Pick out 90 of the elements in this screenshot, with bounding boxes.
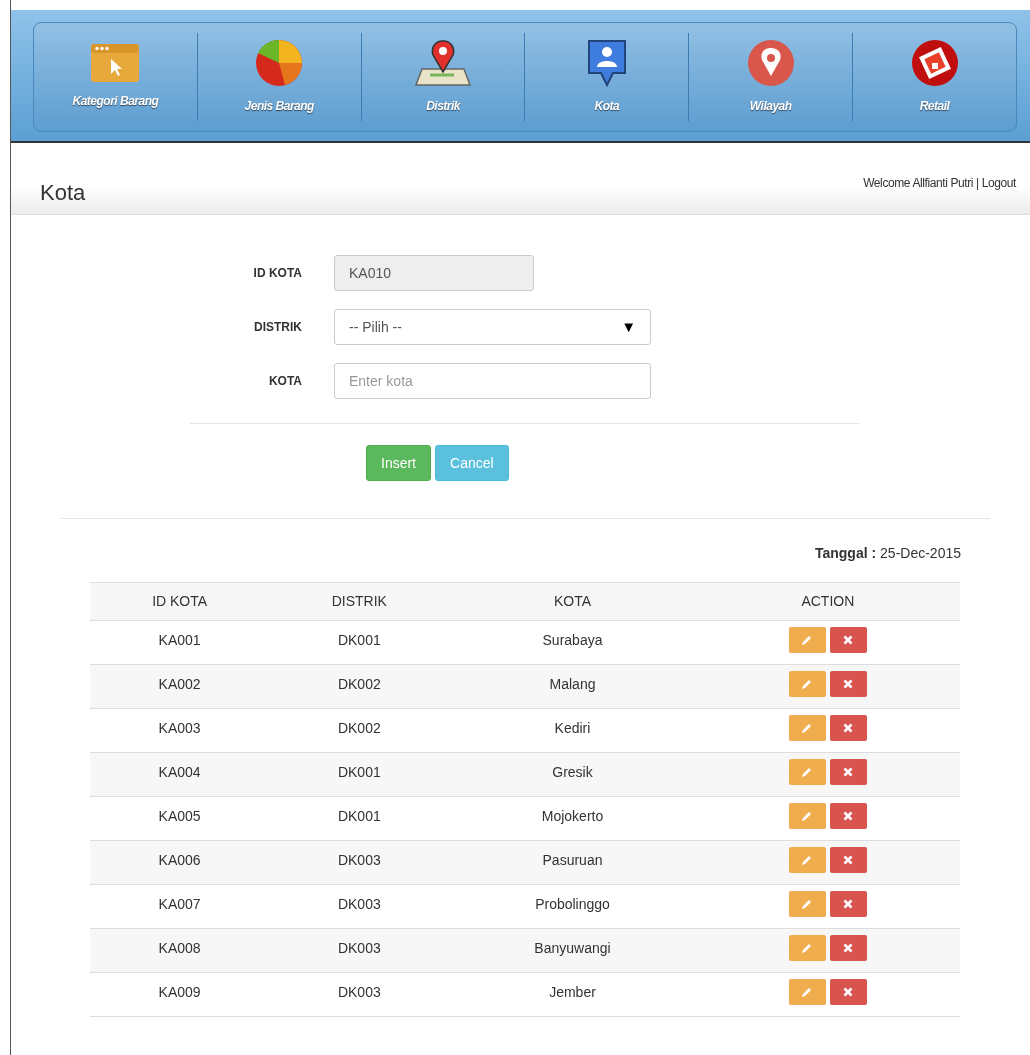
table-cell: KA007	[90, 884, 270, 929]
pencil-icon	[801, 854, 814, 866]
welcome-text: Welcome Allfianti Putri	[863, 176, 975, 190]
column-header: KOTA	[449, 582, 696, 621]
pencil-icon	[801, 766, 814, 778]
pencil-icon	[801, 810, 814, 822]
delete-icon	[843, 767, 854, 777]
person-pin-icon	[587, 40, 626, 87]
field-label: KOTA	[267, 373, 303, 390]
table-cell: KA006	[90, 840, 270, 885]
nav-label: Wilayah	[749, 98, 792, 115]
table-cell: KA002	[90, 664, 270, 709]
table-cell: KA008	[90, 928, 270, 973]
column-header: ACTION	[695, 582, 960, 621]
table-cell: KA001	[90, 620, 270, 665]
page-title: Kota	[40, 179, 86, 207]
date-separator: :	[871, 545, 878, 561]
delete-button[interactable]	[829, 847, 867, 873]
nav-label: Distrik	[426, 98, 460, 115]
table-cell: DK001	[269, 620, 450, 665]
delete-button[interactable]	[829, 627, 867, 653]
separator-text: |	[976, 176, 979, 190]
delete-button[interactable]	[829, 935, 867, 961]
delete-icon	[843, 679, 854, 689]
folder-icon	[91, 44, 140, 82]
nav-item[interactable]: Retail	[852, 33, 1016, 121]
nav-item[interactable]: Kota	[524, 33, 689, 121]
table-cell: DK003	[269, 928, 450, 973]
pie-chart-icon	[256, 40, 303, 86]
delete-icon	[843, 811, 854, 821]
input-field[interactable]: Enter kota	[334, 363, 651, 399]
column-header: ID KOTA	[90, 582, 270, 621]
table-cell: Kediri	[449, 708, 696, 753]
delete-icon	[843, 855, 854, 865]
delete-icon	[843, 987, 854, 997]
table-cell: DK001	[269, 752, 450, 797]
pencil-icon	[801, 678, 814, 690]
table-cell: Banyuwangi	[449, 928, 696, 973]
table-cell: Gresik	[449, 752, 696, 797]
nav-item[interactable]: Distrik	[360, 33, 525, 121]
table-cell: Jember	[449, 972, 696, 1017]
id-field: KA010	[334, 255, 534, 291]
delete-button[interactable]	[829, 759, 867, 785]
table-cell: Malang	[449, 664, 696, 709]
pencil-icon	[801, 898, 814, 910]
table-cell: DK002	[269, 708, 450, 753]
delete-button[interactable]	[829, 715, 867, 741]
table-cell: DK003	[269, 884, 450, 929]
field-label: DISTRIK	[253, 319, 303, 336]
pencil-icon	[801, 722, 814, 734]
table-cell: DK003	[269, 972, 450, 1017]
table-cell: KA009	[90, 972, 270, 1017]
pencil-icon	[801, 942, 814, 954]
table-cell: KA003	[90, 708, 270, 753]
date-value: 25-Dec-2015	[880, 545, 961, 561]
date-label: Tanggal	[814, 545, 869, 561]
location-icon	[747, 40, 794, 86]
table-cell: DK001	[269, 796, 450, 841]
delete-icon	[843, 635, 854, 645]
table-cell: KA005	[90, 796, 270, 841]
table-cell: Mojokerto	[449, 796, 696, 841]
table-cell: Surabaya	[449, 620, 696, 665]
nav-item[interactable]: Jenis Barang	[196, 33, 361, 121]
map-pin-icon	[414, 40, 472, 86]
field-label: ID KOTA	[252, 265, 303, 282]
nav-label: Kota	[594, 98, 620, 115]
nav-item[interactable]: Kategori Barang	[34, 33, 197, 121]
insert-button[interactable]: Insert	[366, 445, 431, 481]
nav-item[interactable]: Wilayah	[688, 33, 853, 121]
nav-label: Jenis Barang	[244, 98, 314, 115]
table-cell: DK003	[269, 840, 450, 885]
delete-button[interactable]	[829, 979, 867, 1005]
pencil-icon	[801, 634, 814, 646]
nav-label: Kategori Barang	[72, 93, 159, 110]
delete-button[interactable]	[829, 671, 867, 697]
select-field[interactable]: -- Pilih -- ▼	[334, 309, 651, 345]
nav-label: Retail	[919, 98, 950, 115]
table-cell: DK002	[269, 664, 450, 709]
delete-icon	[843, 943, 854, 953]
logout-link[interactable]: Logout	[978, 176, 1016, 190]
table-cell: Probolinggo	[449, 884, 696, 929]
delete-button[interactable]	[829, 803, 867, 829]
cancel-button[interactable]: Cancel	[435, 445, 509, 481]
delete-icon	[843, 899, 854, 909]
delete-button[interactable]	[829, 891, 867, 917]
column-header: DISTRIK	[269, 582, 450, 621]
pencil-icon	[801, 986, 814, 998]
delete-icon	[843, 723, 854, 733]
table-cell: Pasuruan	[449, 840, 696, 885]
table-cell: KA004	[90, 752, 270, 797]
